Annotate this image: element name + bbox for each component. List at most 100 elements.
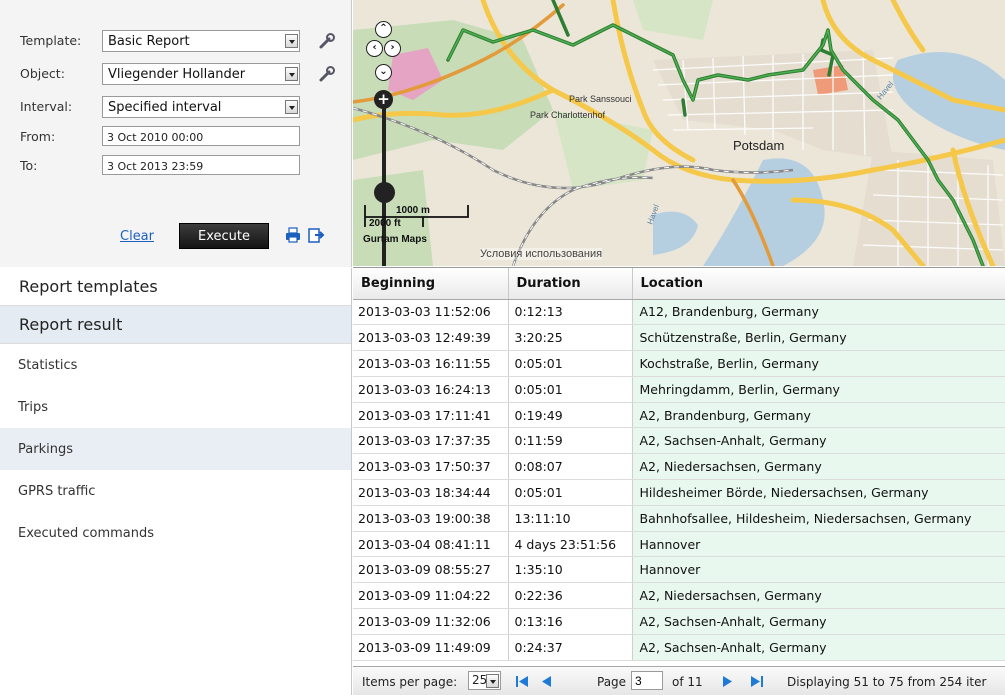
cell-duration: 3:20:25 [508,324,633,352]
interval-select-value: Specified interval [108,100,222,115]
wrench-icon[interactable] [318,32,336,50]
wrench-icon[interactable] [318,65,336,83]
print-icon[interactable] [284,226,302,244]
table-row[interactable]: 2013-03-03 11:52:06 0:12:13 A12, Brandenbu… [353,299,1005,326]
interval-select[interactable]: Specified interval [102,96,300,118]
page-label: Page [597,675,627,689]
cell-location: Schützenstraße, Berlin, Germany [632,324,1005,352]
map-label-park-sanssouci: Park Sanssouci [569,94,632,104]
cell-beginning: 2013-03-03 19:00:38 [353,505,509,532]
last-page-icon[interactable] [750,675,764,688]
pan-left-icon[interactable]: ‹ [366,40,383,57]
pan-up-icon[interactable]: ⌃ [375,21,392,38]
template-label: Template: [20,33,82,48]
nav-item-executed-commands[interactable]: Executed commands [0,512,351,554]
nav-item-parkings[interactable]: Parkings [0,428,351,470]
interval-row: Interval: Specified interval [20,96,350,118]
cell-duration: 0:05:01 [508,376,633,403]
next-page-icon[interactable] [721,675,735,688]
from-date-input[interactable] [102,126,300,146]
to-row: To: [20,155,350,177]
report-nav: Report templates Report result Statistic… [0,268,352,695]
table-row[interactable]: 2013-03-09 11:49:09 0:24:37 A2, Sachsen-An… [353,634,1005,661]
cell-beginning: 2013-03-03 18:34:44 [353,479,509,506]
chevron-down-icon[interactable] [285,100,298,114]
table-row[interactable]: 2013-03-09 11:32:06 0:13:16 A2, Sachsen-An… [353,608,1005,635]
nav-item-statistics[interactable]: Statistics [0,344,351,386]
table-row[interactable]: 2013-03-03 16:11:55 0:05:01 Kochstraße, Be… [353,350,1005,377]
chevron-down-icon[interactable] [486,674,499,688]
map-scale-bar: 1000 m 2000 ft Gurtam Maps [363,203,473,247]
object-label: Object: [20,66,65,81]
column-header-location[interactable]: Location [632,268,1005,300]
cell-location: A2, Niedersachsen, Germany [632,582,1005,610]
execute-button[interactable]: Execute [179,223,269,249]
previous-page-icon[interactable] [539,675,553,688]
table-row[interactable]: 2013-03-03 19:00:38 13:11:10 Bahnhofsallee… [353,505,1005,532]
cell-location: A12, Brandenburg, Germany [632,299,1005,326]
object-row: Object: Vliegender Hollander [20,63,350,85]
cell-duration: 0:08:07 [508,453,633,481]
cell-duration: 0:22:36 [508,582,633,610]
cell-duration: 0:24:37 [508,634,633,661]
to-date-input[interactable] [102,155,300,175]
first-page-icon[interactable] [515,675,529,688]
column-header-beginning[interactable]: Beginning [353,268,509,300]
pan-right-icon[interactable]: › [384,40,401,57]
cell-location: A2, Sachsen-Anhalt, Germany [632,634,1005,661]
items-per-page-value: 25 [472,673,488,687]
map-terms-link[interactable]: Условия использования [480,248,603,260]
object-select[interactable]: Vliegender Hollander [102,63,300,85]
cell-duration: 1:35:10 [508,556,633,584]
cell-beginning: 2013-03-03 16:24:13 [353,376,509,403]
map-label-potsdam: Potsdam [733,138,785,153]
zoom-slider-handle[interactable] [374,182,395,203]
items-per-page-label: Items per page: [362,675,458,689]
table-pager: Items per page: 25 Page of 11 Displaying… [353,666,1005,695]
from-row: From: [20,126,350,148]
table-header-row: Beginning Duration Location [353,268,1005,300]
column-header-duration[interactable]: Duration [508,268,633,300]
displaying-range-label: Displaying 51 to 75 from 254 iter [787,675,987,689]
cell-beginning: 2013-03-03 17:50:37 [353,453,509,481]
template-select[interactable]: Basic Report [102,30,300,52]
table-row[interactable]: 2013-03-03 17:37:35 0:11:59 A2, Sachsen-An… [353,427,1005,455]
table-row[interactable]: 2013-03-09 11:04:22 0:22:36 A2, Niedersach… [353,582,1005,610]
parkings-table: Beginning Duration Location 2013-03-03 1… [353,268,1005,661]
nav-report-templates[interactable]: Report templates [0,268,351,306]
table-row[interactable]: 2013-03-03 12:49:39 3:20:25 Schützenstraße… [353,324,1005,352]
page-count-label: of 11 [672,675,703,689]
table-row[interactable]: 2013-03-03 16:24:13 0:05:01 Mehringdamm, B… [353,376,1005,403]
nav-report-result[interactable]: Report result [0,306,351,344]
cell-location: A2, Niedersachsen, Germany [632,453,1005,481]
nav-item-trips[interactable]: Trips [0,386,351,428]
table-row[interactable]: 2013-03-04 08:41:11 4 days 23:51:56 Hannov… [353,531,1005,558]
table-row[interactable]: 2013-03-03 18:34:44 0:05:01 Hildesheimer B… [353,479,1005,506]
zoom-in-icon[interactable]: + [374,90,393,109]
chevron-down-icon[interactable] [285,34,298,48]
table-row[interactable]: 2013-03-03 17:11:41 0:19:49 A2, Brandenbur… [353,402,1005,429]
cell-duration: 0:05:01 [508,479,633,506]
table-row[interactable]: 2013-03-09 08:55:27 1:35:10 Hannover [353,556,1005,584]
items-per-page-select[interactable]: 25 [468,671,501,690]
object-select-value: Vliegender Hollander [108,67,246,82]
cell-duration: 13:11:10 [508,505,633,532]
nav-item-gprs-traffic[interactable]: GPRS traffic [0,470,351,512]
table-row[interactable]: 2013-03-03 17:50:37 0:08:07 A2, Niedersach… [353,453,1005,481]
cell-location: Mehringdamm, Berlin, Germany [632,376,1005,403]
cell-beginning: 2013-03-04 08:41:11 [353,531,509,558]
pan-down-icon[interactable]: ⌄ [375,64,392,81]
cell-duration: 0:11:59 [508,427,633,455]
export-icon[interactable] [307,226,325,244]
page-number-input[interactable] [631,671,663,690]
map-view[interactable]: Park Sanssouci Park Charlottenhof Potsda… [353,0,1005,266]
to-label: To: [20,158,38,173]
from-label: From: [20,129,56,144]
cell-beginning: 2013-03-09 11:04:22 [353,582,509,610]
template-row: Template: Basic Report [20,30,350,52]
map-brand-label: Gurtam Maps [363,234,427,245]
cell-beginning: 2013-03-09 11:32:06 [353,608,509,635]
cell-location: A2, Sachsen-Anhalt, Germany [632,608,1005,635]
chevron-down-icon[interactable] [285,67,298,81]
clear-link[interactable]: Clear [120,229,154,244]
